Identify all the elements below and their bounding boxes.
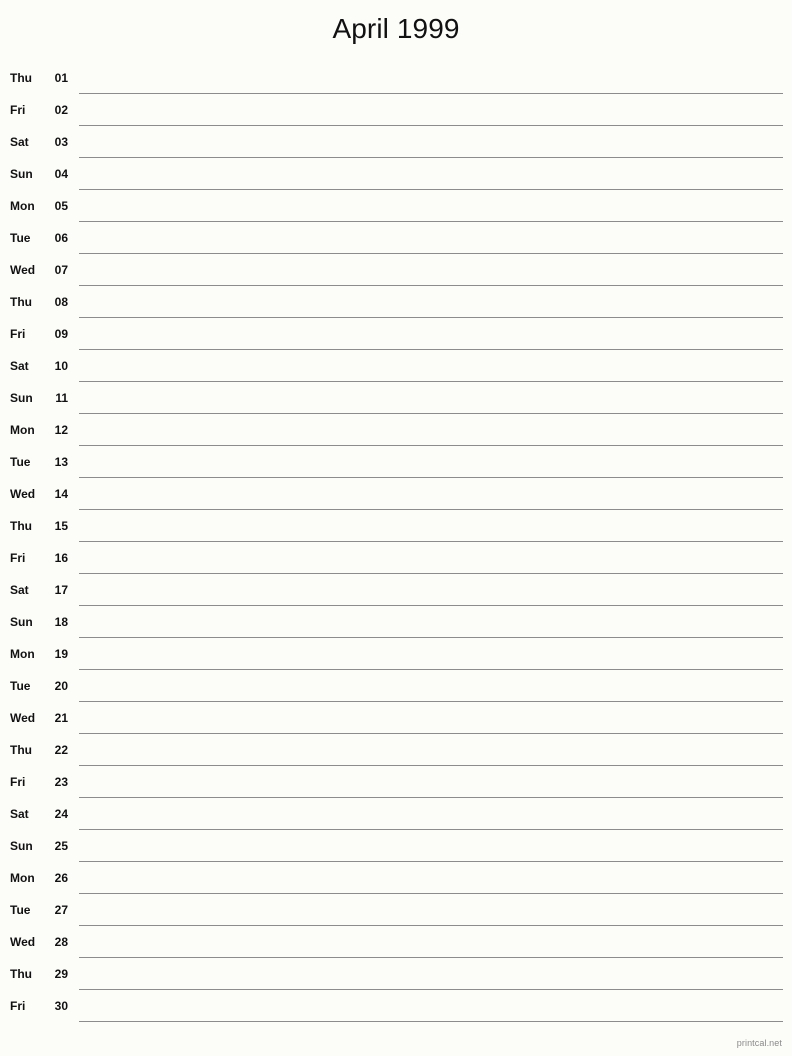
day-row: Fri 02 (0, 94, 792, 126)
day-weekday-label: Sat (10, 807, 29, 821)
day-number-label: 17 (54, 583, 68, 597)
day-number-label: 13 (54, 455, 68, 469)
day-row: Wed 14 (0, 478, 792, 510)
day-weekday-label: Fri (10, 775, 26, 789)
day-row: Mon 26 (0, 862, 792, 894)
day-row: Sat 03 (0, 126, 792, 158)
day-weekday-label: Thu (10, 71, 32, 85)
day-weekday-label: Sun (10, 391, 33, 405)
footer-credit: printcal.net (736, 1038, 782, 1048)
day-row: Tue 27 (0, 894, 792, 926)
calendar-page: April 1999 Thu 01 Fri 02 Sat 03 Sun 04 Mon 05 Tue 0… (0, 0, 792, 1056)
day-number-label: 16 (54, 551, 68, 565)
day-weekday-label: Sun (10, 167, 33, 181)
day-number-label: 01 (54, 71, 68, 85)
day-weekday-label: Mon (10, 647, 35, 661)
day-row: Tue 06 (0, 222, 792, 254)
day-number-label: 26 (54, 871, 68, 885)
day-number-label: 22 (54, 743, 68, 757)
day-weekday-label: Sat (10, 135, 29, 149)
day-weekday-label: Sat (10, 583, 29, 597)
day-row: Wed 21 (0, 702, 792, 734)
day-number-label: 18 (54, 615, 68, 629)
day-row: Mon 05 (0, 190, 792, 222)
day-number-label: 07 (54, 263, 68, 277)
day-number-label: 23 (54, 775, 68, 789)
day-weekday-label: Mon (10, 871, 35, 885)
day-row: Wed 28 (0, 926, 792, 958)
day-weekday-label: Wed (10, 263, 36, 277)
day-row: Mon 12 (0, 414, 792, 446)
day-number-label: 02 (54, 103, 68, 117)
day-number-label: 14 (54, 487, 68, 501)
day-row: Fri 23 (0, 766, 792, 798)
day-number-label: 08 (54, 295, 68, 309)
day-number-label: 20 (54, 679, 68, 693)
day-row: Mon 19 (0, 638, 792, 670)
day-weekday-label: Wed (10, 711, 36, 725)
day-row: Sun 11 (0, 382, 792, 414)
day-number-label: 12 (54, 423, 68, 437)
day-number-label: 29 (54, 967, 68, 981)
day-number-label: 11 (55, 391, 68, 405)
day-row: Sat 24 (0, 798, 792, 830)
day-number-label: 21 (54, 711, 68, 725)
day-weekday-label: Thu (10, 519, 32, 533)
day-row: Fri 16 (0, 542, 792, 574)
day-weekday-label: Tue (10, 679, 31, 693)
day-weekday-label: Fri (10, 327, 26, 341)
day-row: Thu 22 (0, 734, 792, 766)
day-number-label: 03 (54, 135, 68, 149)
day-row: Thu 29 (0, 958, 792, 990)
day-number-label: 05 (54, 199, 68, 213)
day-row: Tue 20 (0, 670, 792, 702)
day-number-label: 30 (54, 999, 68, 1013)
day-weekday-label: Sun (10, 615, 33, 629)
day-row: Tue 13 (0, 446, 792, 478)
day-writing-line[interactable] (79, 1021, 783, 1022)
day-row: Sun 25 (0, 830, 792, 862)
day-number-label: 06 (54, 231, 68, 245)
day-row: Sat 17 (0, 574, 792, 606)
day-weekday-label: Tue (10, 231, 31, 245)
day-number-label: 10 (54, 359, 68, 373)
day-number-label: 24 (54, 807, 68, 821)
day-row: Sun 04 (0, 158, 792, 190)
day-number-label: 25 (54, 839, 68, 853)
day-weekday-label: Sat (10, 359, 29, 373)
day-weekday-label: Mon (10, 423, 35, 437)
day-row: Sat 10 (0, 350, 792, 382)
day-number-label: 09 (54, 327, 68, 341)
day-weekday-label: Tue (10, 903, 31, 917)
day-weekday-label: Thu (10, 967, 32, 981)
day-row: Wed 07 (0, 254, 792, 286)
day-weekday-label: Wed (10, 487, 36, 501)
day-number-label: 19 (54, 647, 68, 661)
day-row: Fri 30 (0, 990, 792, 1022)
day-number-label: 15 (54, 519, 68, 533)
day-weekday-label: Wed (10, 935, 36, 949)
day-number-label: 04 (54, 167, 68, 181)
day-row: Thu 08 (0, 286, 792, 318)
day-row: Thu 01 (0, 62, 792, 94)
day-weekday-label: Fri (10, 999, 26, 1013)
day-number-label: 27 (54, 903, 68, 917)
day-weekday-label: Fri (10, 103, 26, 117)
day-row: Sun 18 (0, 606, 792, 638)
day-weekday-label: Fri (10, 551, 26, 565)
day-weekday-label: Thu (10, 295, 32, 309)
day-weekday-label: Thu (10, 743, 32, 757)
day-rows-list: Thu 01 Fri 02 Sat 03 Sun 04 Mon 05 Tue 06 Wed 07 Thu 08… (0, 62, 792, 1022)
day-weekday-label: Tue (10, 455, 31, 469)
day-row: Thu 15 (0, 510, 792, 542)
day-row: Fri 09 (0, 318, 792, 350)
day-weekday-label: Mon (10, 199, 35, 213)
page-title: April 1999 (332, 13, 460, 44)
day-number-label: 28 (54, 935, 68, 949)
day-weekday-label: Sun (10, 839, 33, 853)
